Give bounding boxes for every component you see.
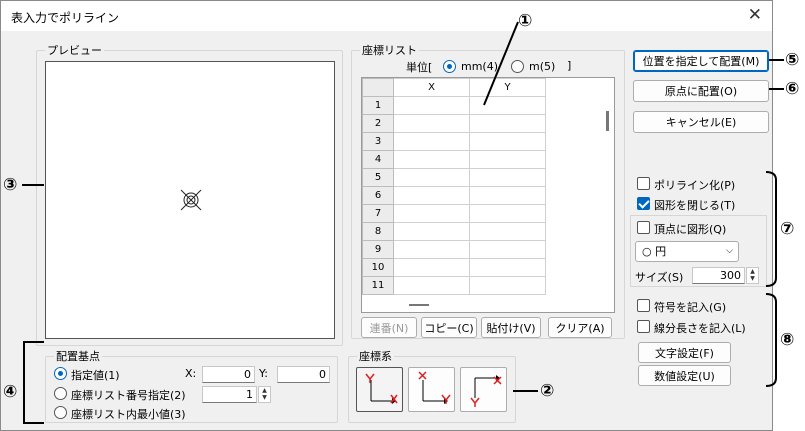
callout-1: ①	[518, 11, 533, 31]
callout-2: ②	[540, 381, 555, 401]
callout-8: ⑧	[780, 330, 795, 350]
callout-7: ⑦	[780, 219, 795, 239]
callout-lines	[22, 21, 784, 424]
callout-6: ⑥	[785, 79, 800, 99]
callout-5: ⑤	[785, 50, 800, 70]
callout-4: ④	[3, 382, 18, 402]
callout-3: ③	[3, 175, 18, 195]
